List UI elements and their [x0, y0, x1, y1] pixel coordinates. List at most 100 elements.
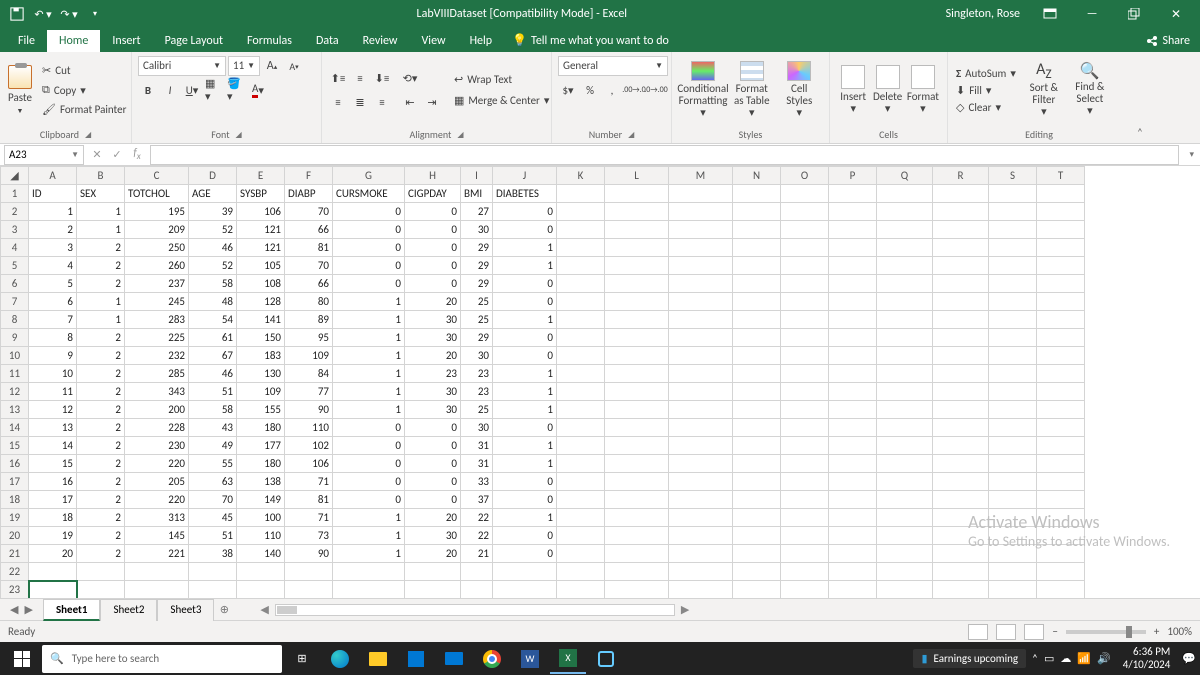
undo-icon[interactable]: ↶ ▾	[32, 3, 54, 25]
cell[interactable]	[669, 329, 733, 347]
cell[interactable]	[829, 257, 877, 275]
row-header[interactable]: 6	[1, 275, 29, 293]
col-header-G[interactable]: G	[333, 167, 405, 185]
cell[interactable]: 52	[189, 221, 237, 239]
cell[interactable]	[669, 527, 733, 545]
cell[interactable]	[933, 437, 989, 455]
cell[interactable]	[733, 455, 781, 473]
cell[interactable]: 11	[29, 383, 77, 401]
cell[interactable]: 1	[493, 509, 557, 527]
cell[interactable]: 70	[285, 257, 333, 275]
cell[interactable]	[237, 581, 285, 599]
cell[interactable]: 31	[461, 437, 493, 455]
cell[interactable]	[605, 185, 669, 203]
cell[interactable]: 121	[237, 221, 285, 239]
collapse-ribbon-icon[interactable]: ˄	[1130, 52, 1150, 143]
tab-review[interactable]: Review	[351, 30, 410, 52]
font-size-select[interactable]: 11 ▼	[228, 56, 260, 76]
cell[interactable]	[829, 185, 877, 203]
cell[interactable]: 45	[189, 509, 237, 527]
cell[interactable]	[557, 257, 605, 275]
cell-styles-button[interactable]: Cell Styles▾	[776, 59, 824, 121]
cell[interactable]	[189, 563, 237, 581]
cell[interactable]: 180	[237, 419, 285, 437]
cell[interactable]	[933, 293, 989, 311]
cell[interactable]: 54	[189, 311, 237, 329]
cell[interactable]	[285, 581, 333, 599]
cell[interactable]	[493, 581, 557, 599]
cell[interactable]: 22	[461, 527, 493, 545]
cell[interactable]: 3	[29, 239, 77, 257]
cell[interactable]: 205	[125, 473, 189, 491]
cell[interactable]	[557, 473, 605, 491]
cell[interactable]: 9	[29, 347, 77, 365]
tab-formulas[interactable]: Formulas	[235, 30, 304, 52]
cell[interactable]	[933, 527, 989, 545]
cell[interactable]: 66	[285, 221, 333, 239]
cell[interactable]: 0	[333, 221, 405, 239]
cell[interactable]	[733, 383, 781, 401]
tray-volume-icon[interactable]: 🔊	[1097, 652, 1111, 665]
col-header-R[interactable]: R	[933, 167, 989, 185]
cell[interactable]	[1037, 347, 1085, 365]
cut-button[interactable]: ✂ Cut	[38, 62, 130, 79]
row-header[interactable]: 4	[1, 239, 29, 257]
cell[interactable]	[605, 239, 669, 257]
cell[interactable]: 0	[493, 419, 557, 437]
cell[interactable]	[829, 491, 877, 509]
explorer-icon[interactable]	[360, 644, 396, 674]
cell[interactable]: 1	[333, 293, 405, 311]
cell[interactable]	[877, 455, 933, 473]
cell[interactable]: 0	[333, 473, 405, 491]
cell[interactable]: 2	[77, 383, 125, 401]
sheet-tab-sheet3[interactable]: Sheet3	[157, 599, 214, 621]
align-center-icon[interactable]: ≣	[350, 92, 370, 112]
cell[interactable]	[781, 329, 829, 347]
cell[interactable]	[733, 491, 781, 509]
cell[interactable]	[733, 545, 781, 563]
cell[interactable]	[557, 221, 605, 239]
cell[interactable]: 15	[29, 455, 77, 473]
cell[interactable]	[669, 509, 733, 527]
tab-view[interactable]: View	[410, 30, 458, 52]
cell[interactable]	[829, 545, 877, 563]
cell[interactable]	[781, 509, 829, 527]
cell[interactable]	[989, 257, 1037, 275]
cell[interactable]: 43	[189, 419, 237, 437]
cell[interactable]: 0	[405, 221, 461, 239]
find-select-button[interactable]: 🔍Find & Select▾	[1070, 59, 1110, 121]
cell[interactable]	[781, 419, 829, 437]
cell[interactable]: 237	[125, 275, 189, 293]
row-header[interactable]: 15	[1, 437, 29, 455]
cell[interactable]	[933, 491, 989, 509]
cell[interactable]	[877, 491, 933, 509]
cell[interactable]: 1	[333, 347, 405, 365]
cell[interactable]	[733, 185, 781, 203]
cell[interactable]	[1037, 437, 1085, 455]
taskbar-search[interactable]: 🔍 Type here to search	[42, 645, 282, 673]
cell[interactable]	[669, 221, 733, 239]
cell[interactable]	[1037, 527, 1085, 545]
cell[interactable]	[669, 455, 733, 473]
align-top-icon[interactable]: ⬆≡	[328, 68, 348, 88]
cell[interactable]: 20	[405, 509, 461, 527]
font-name-select[interactable]: Calibri ▼	[138, 56, 226, 76]
autosum-button[interactable]: Σ AutoSum ▾	[954, 66, 1018, 81]
row-header[interactable]: 10	[1, 347, 29, 365]
cell[interactable]	[829, 509, 877, 527]
cell[interactable]	[557, 347, 605, 365]
cell[interactable]	[933, 401, 989, 419]
cell[interactable]: 232	[125, 347, 189, 365]
cell[interactable]	[557, 311, 605, 329]
enter-formula-icon[interactable]: ✓	[108, 148, 126, 161]
cell[interactable]: 1	[493, 257, 557, 275]
cell[interactable]: 31	[461, 455, 493, 473]
row-header[interactable]: 2	[1, 203, 29, 221]
cell[interactable]	[829, 329, 877, 347]
mail-icon[interactable]	[436, 644, 472, 674]
row-header[interactable]: 13	[1, 401, 29, 419]
zoom-out-icon[interactable]: −	[1052, 625, 1057, 638]
decrease-decimal-icon[interactable]: .0→.00	[646, 80, 666, 100]
cell[interactable]	[493, 563, 557, 581]
cell[interactable]	[989, 437, 1037, 455]
